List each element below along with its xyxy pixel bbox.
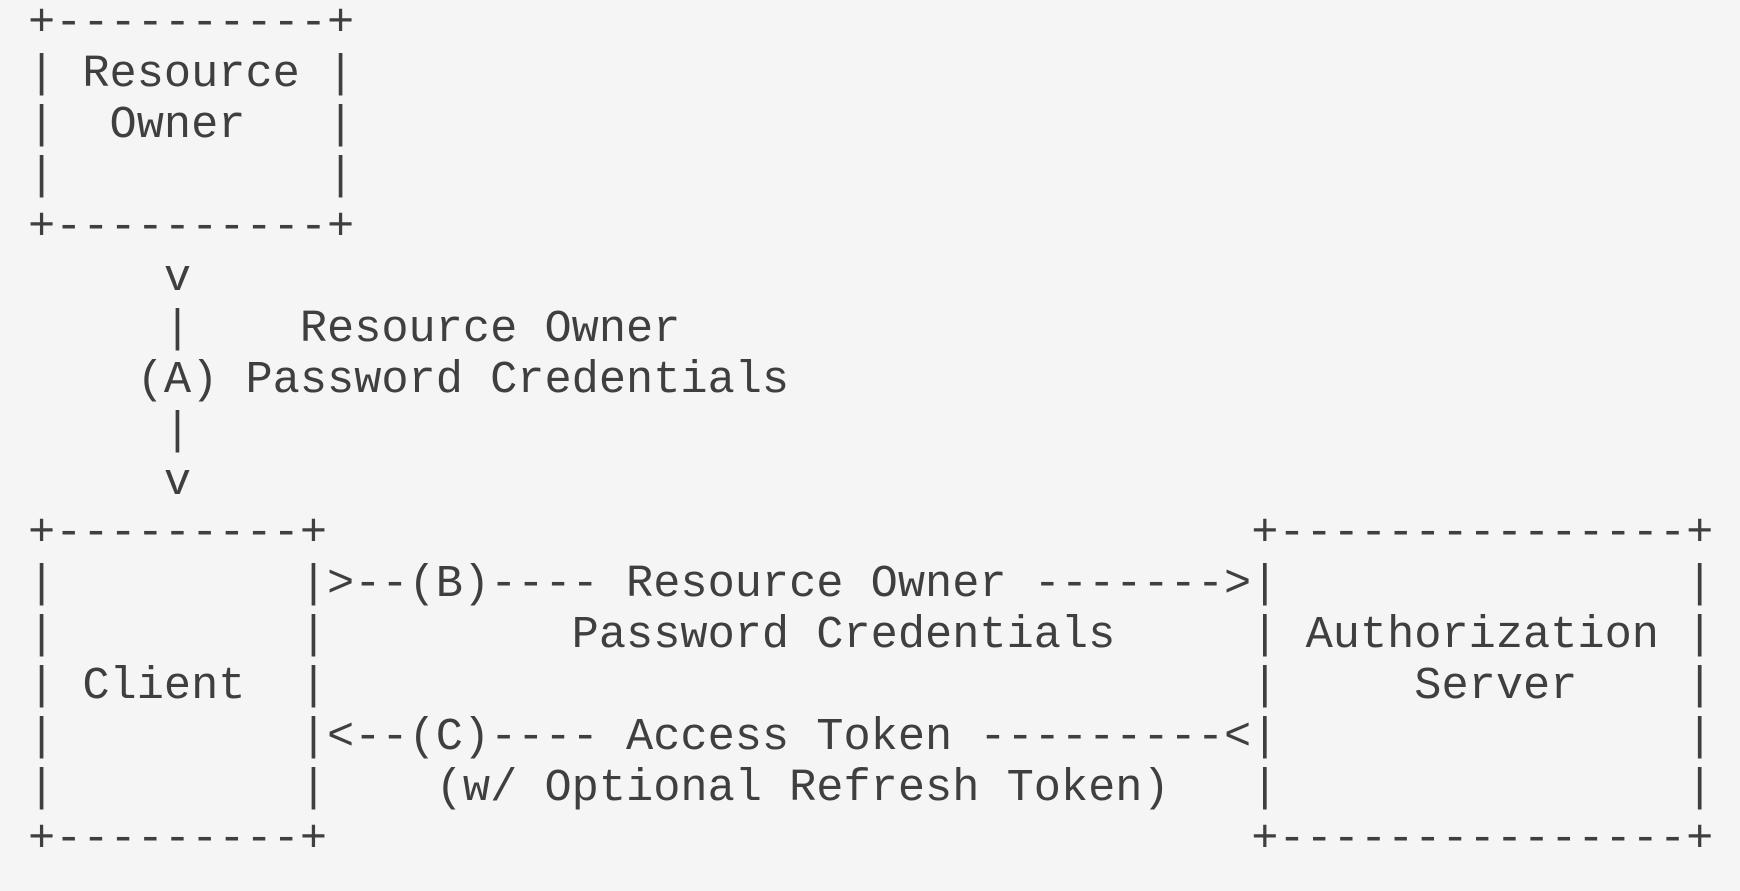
diagram-line-resource-owner-box-top: +----------+ xyxy=(28,0,355,49)
diagram-line-step-c: | |<--(C)---- Access Token ---------<| | xyxy=(28,711,1714,763)
diagram-line-resource-owner-box-side: | | xyxy=(28,150,355,202)
diagram-line-step-b-label: | | Password Credentials | Authorization… xyxy=(28,609,1714,661)
diagram-line-step-a-label-2: (A) Password Credentials xyxy=(28,354,790,406)
diagram-line-resource-owner-label: | Resource | xyxy=(28,48,355,100)
diagram-line-client-label: | Client | | Server | xyxy=(28,660,1714,712)
diagram-line-client-server-bottom: +---------+ +---------------+ xyxy=(28,813,1714,865)
diagram-line-step-a-label: | Resource Owner xyxy=(28,303,681,355)
diagram-line-arrow-a-top: v xyxy=(28,252,192,304)
diagram-line-step-b: | |>--(B)---- Resource Owner ------->| | xyxy=(28,558,1714,610)
diagram-line-step-c-label: | | (w/ Optional Refresh Token) | | xyxy=(28,762,1714,814)
diagram-line-resource-owner-box-bottom: +----------+ xyxy=(28,201,355,253)
diagram-line-arrow-a-shaft: | xyxy=(28,405,192,457)
diagram-line-resource-owner-label-2: | Owner | xyxy=(28,99,355,151)
diagram-line-client-server-top: +---------+ +---------------+ xyxy=(28,507,1714,559)
diagram-line-arrow-a-head: v xyxy=(28,456,192,508)
ascii-flow-diagram: +----------+ | Resource | | Owner | | | +---… xyxy=(28,0,1713,865)
